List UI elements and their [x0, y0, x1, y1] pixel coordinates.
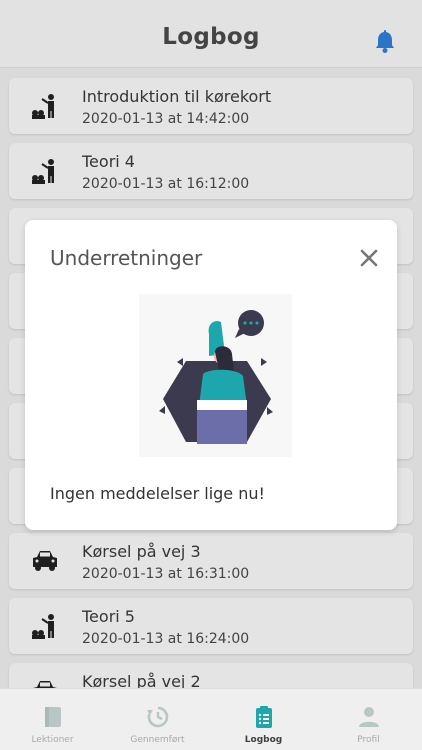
tab-label: Gennemført — [130, 735, 185, 745]
notifications-dialog: Underretninger Ingen meddelelser lige nu… — [25, 220, 397, 530]
bottom-tab-bar: Lektioner Gennemført Logbog Profil — [0, 688, 422, 750]
clipboard-list-icon — [256, 706, 272, 728]
tab-profil[interactable]: Profil — [316, 689, 421, 750]
dialog-title: Underretninger — [50, 246, 203, 270]
history-icon — [147, 706, 169, 728]
tab-logbog[interactable]: Logbog — [211, 689, 316, 750]
tab-lektioner[interactable]: Lektioner — [0, 689, 105, 750]
tab-label: Logbog — [244, 735, 283, 745]
close-icon[interactable] — [359, 248, 379, 268]
book-icon — [45, 707, 61, 727]
tab-gennemfoert[interactable]: Gennemført — [105, 689, 210, 750]
empty-notifications-illustration — [139, 294, 292, 457]
empty-state-message: Ingen meddelelser lige nu! — [50, 484, 265, 503]
user-icon — [359, 707, 379, 727]
tab-label: Profil — [357, 735, 380, 745]
tab-label: Lektioner — [31, 735, 74, 745]
